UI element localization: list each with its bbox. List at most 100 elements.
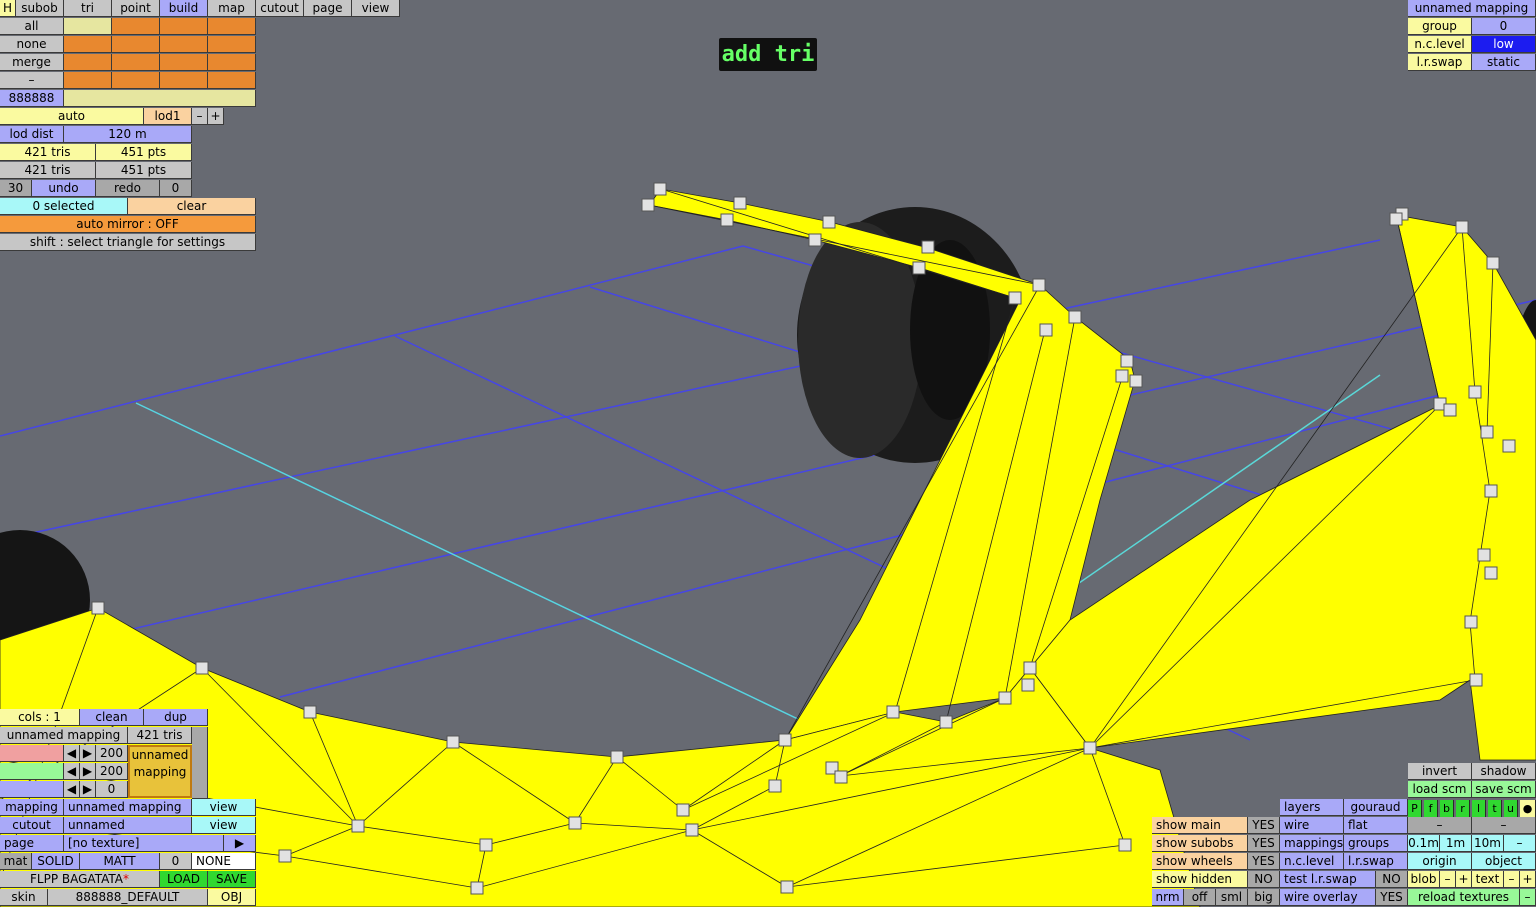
mat-number[interactable]: 0 [160, 853, 192, 870]
view-toggle-r[interactable]: r [1456, 800, 1470, 817]
step-01m-button[interactable]: 0.1m [1408, 835, 1440, 852]
skin-select[interactable]: 888888_DEFAULT [48, 889, 208, 906]
arrow-left-icon[interactable]: ◀ [64, 745, 80, 762]
subob-slot[interactable] [208, 72, 256, 89]
step-1m-button[interactable]: 1m [1440, 835, 1472, 852]
save-scm-button[interactable]: save scm [1472, 781, 1536, 798]
show-wheels-toggle[interactable]: YES [1248, 853, 1280, 870]
arrow-right-icon[interactable]: ▶ [80, 781, 96, 798]
mapping-view-button[interactable]: view [192, 799, 256, 816]
remove-button[interactable]: – [0, 72, 64, 89]
clean-button[interactable]: clean [80, 709, 144, 726]
dot-icon[interactable]: ● [1520, 800, 1536, 817]
tab-view[interactable]: view [352, 0, 400, 17]
subob-slot[interactable] [112, 72, 160, 89]
blob-plus-button[interactable]: + [1456, 871, 1472, 888]
text-plus-button[interactable]: + [1520, 871, 1536, 888]
arrow-left-icon[interactable]: ◀ [64, 763, 80, 780]
lod-name[interactable]: lod1 [144, 108, 192, 125]
clear-button[interactable]: clear [128, 198, 256, 215]
dash-button-1[interactable]: – [1408, 817, 1472, 834]
subob-slot[interactable] [112, 18, 160, 35]
cutout-select[interactable]: unnamed [64, 817, 192, 834]
subob-slot[interactable] [112, 54, 160, 71]
value-3[interactable]: 0 [96, 781, 128, 798]
mat-matt-button[interactable]: MATT [80, 853, 160, 870]
subob-slot[interactable] [64, 18, 112, 35]
dup-button[interactable]: dup [144, 709, 208, 726]
subob-slot[interactable] [64, 72, 112, 89]
mapping-scrollbar[interactable] [192, 727, 208, 799]
view-toggle-u[interactable]: u [1504, 800, 1518, 817]
arrow-right-icon[interactable]: ▶ [80, 745, 96, 762]
dash-button-2[interactable]: – [1472, 817, 1536, 834]
invert-button[interactable]: invert [1408, 763, 1472, 780]
value-2[interactable]: 200 [96, 763, 128, 780]
page-next-icon[interactable]: ▶ [224, 835, 256, 852]
size-sml-button[interactable]: sml [1216, 889, 1248, 906]
load-scm-button[interactable]: load scm [1408, 781, 1472, 798]
lod-dist-value[interactable]: 120 m [64, 126, 192, 143]
tab-point[interactable]: point [112, 0, 160, 17]
mapping-preview[interactable]: unnamed mapping [128, 745, 192, 798]
subob-slot[interactable] [208, 18, 256, 35]
wire-button[interactable]: wire [1280, 817, 1344, 834]
size-off-button[interactable]: off [1184, 889, 1216, 906]
redo-button[interactable]: redo [96, 180, 160, 197]
groups-button[interactable]: groups [1344, 835, 1408, 852]
subob-name-field[interactable] [64, 90, 256, 107]
tab-tri[interactable]: tri [64, 0, 112, 17]
tab-map[interactable]: map [208, 0, 256, 17]
merge-button[interactable]: merge [0, 54, 64, 71]
tab-page[interactable]: page [304, 0, 352, 17]
test-lrswap-toggle[interactable]: NO [1376, 871, 1408, 888]
show-hidden-toggle[interactable]: NO [1248, 871, 1280, 888]
red-slider[interactable] [0, 745, 64, 762]
mappings-button[interactable]: mappings [1280, 835, 1344, 852]
blob-minus-button[interactable]: – [1440, 871, 1456, 888]
step-10m-button[interactable]: 10m [1472, 835, 1504, 852]
tab-subob[interactable]: subob [16, 0, 64, 17]
arrow-left-icon[interactable]: ◀ [64, 781, 80, 798]
mapping-name[interactable]: unnamed mapping [0, 727, 128, 744]
subob-slot[interactable] [160, 54, 208, 71]
lod-plus-button[interactable]: + [208, 108, 224, 125]
blue-slider[interactable] [0, 781, 64, 798]
view-toggle-l[interactable]: l [1472, 800, 1486, 817]
lod-minus-button[interactable]: – [192, 108, 208, 125]
mat-solid-button[interactable]: SOLID [32, 853, 80, 870]
subob-slot[interactable] [160, 36, 208, 53]
cutout-view-button[interactable]: view [192, 817, 256, 834]
obj-button[interactable]: OBJ [208, 889, 256, 906]
view-toggle-t[interactable]: t [1488, 800, 1502, 817]
view-toggle-p[interactable]: P [1408, 800, 1422, 817]
tab-h[interactable]: H [0, 0, 16, 17]
subob-code[interactable]: 888888 [0, 90, 64, 107]
mapping-title[interactable]: unnamed mapping [1408, 0, 1536, 17]
view-toggle-b[interactable]: b [1440, 800, 1454, 817]
nclevel-view-button[interactable]: n.c.level [1280, 853, 1344, 870]
reload-dash-button[interactable]: – [1520, 889, 1536, 906]
lrswap-view-button[interactable]: l.r.swap [1344, 853, 1408, 870]
undo-button[interactable]: undo [32, 180, 96, 197]
reload-textures-button[interactable]: reload textures [1408, 889, 1520, 906]
page-select[interactable]: [no texture] [64, 835, 224, 852]
load-button[interactable]: LOAD [160, 871, 208, 888]
origin-button[interactable]: origin [1408, 853, 1472, 870]
gouraud-button[interactable]: gouraud [1344, 799, 1408, 816]
subob-slot[interactable] [208, 54, 256, 71]
subob-slot[interactable] [208, 36, 256, 53]
arrow-right-icon[interactable]: ▶ [80, 763, 96, 780]
subob-slot[interactable] [64, 54, 112, 71]
3d-viewport[interactable] [0, 0, 1536, 907]
car-name[interactable]: FLPP BAGATATA* [0, 871, 160, 888]
mapping-select[interactable]: unnamed mapping [64, 799, 192, 816]
select-none-button[interactable]: none [0, 36, 64, 53]
object-button[interactable]: object [1472, 853, 1536, 870]
select-all-button[interactable]: all [0, 18, 64, 35]
auto-mirror-toggle[interactable]: auto mirror : OFF [0, 216, 256, 233]
value-1[interactable]: 200 [96, 745, 128, 762]
size-big-button[interactable]: big [1248, 889, 1280, 906]
subob-slot[interactable] [160, 18, 208, 35]
view-toggle-f[interactable]: f [1424, 800, 1438, 817]
